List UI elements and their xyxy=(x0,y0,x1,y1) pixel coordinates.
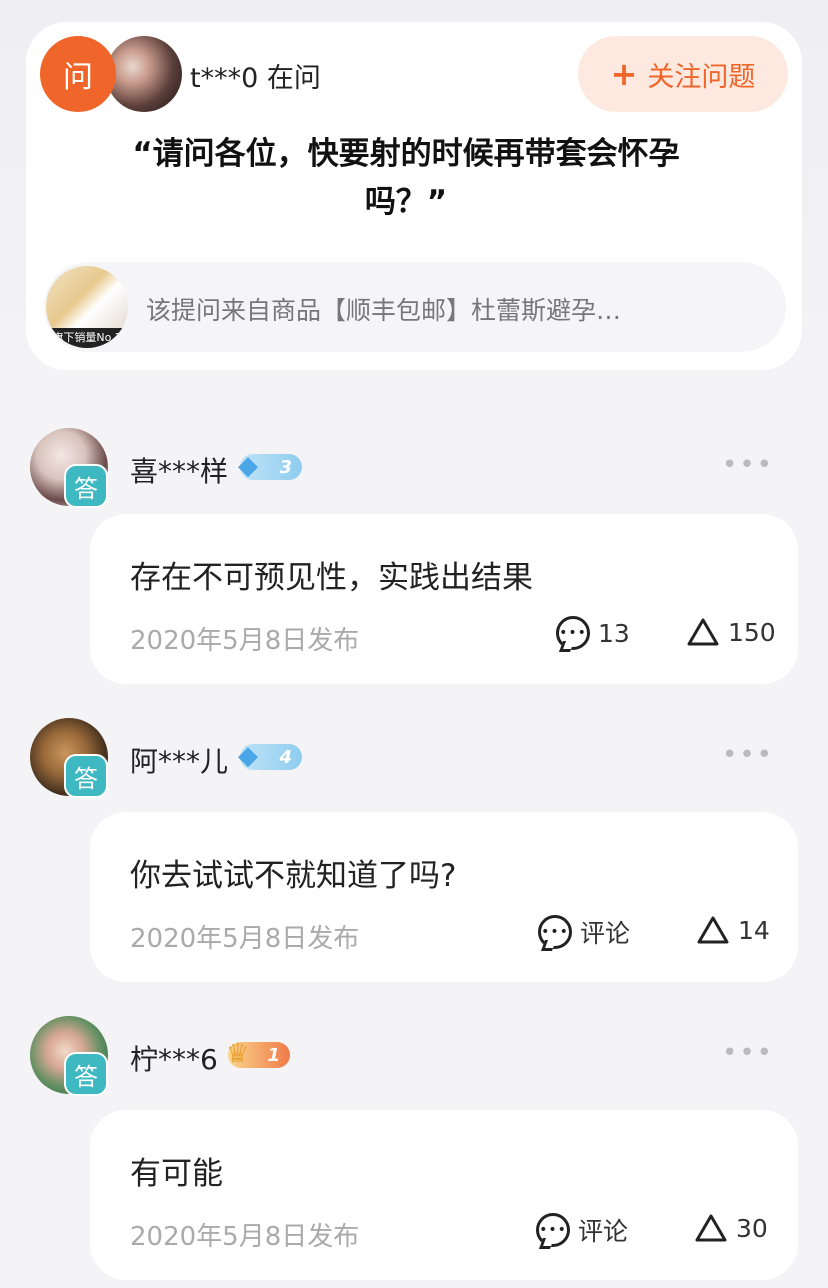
comment-button[interactable]: ••• 评论 xyxy=(536,1212,628,1248)
answerer-name[interactable]: 柠***6 xyxy=(130,1038,218,1078)
comment-button[interactable]: ••• 评论 xyxy=(538,914,630,950)
comment-count: 13 xyxy=(598,618,630,648)
answer-badge: 答 xyxy=(64,754,108,798)
comment-icon: ••• xyxy=(538,915,572,949)
like-button[interactable]: 30 xyxy=(694,1212,768,1244)
answerer-name[interactable]: 喜***样 xyxy=(130,450,228,490)
answer-badge: 答 xyxy=(64,1052,108,1096)
answer-card[interactable]: 存在不可预见性，实践出结果 2020年5月8日发布 ••• 13 150 xyxy=(90,514,798,684)
ask-badge: 问 xyxy=(40,36,116,112)
product-source-bar[interactable]: 旗下销量No.1 该提问来自商品【顺丰包邮】杜蕾斯避孕… xyxy=(44,262,786,352)
like-icon xyxy=(697,916,729,944)
like-button[interactable]: 14 xyxy=(696,914,770,946)
more-icon[interactable]: ••• xyxy=(722,1038,774,1068)
answer-card[interactable]: 你去试试不就知道了吗? 2020年5月8日发布 ••• 评论 14 xyxy=(90,812,798,982)
crown-icon: ♛ xyxy=(226,1039,250,1069)
level-badge: ♛ 1 xyxy=(226,1039,290,1069)
level-badge: ◆ 3 xyxy=(238,451,302,481)
like-button[interactable]: 150 xyxy=(686,616,776,648)
comment-icon: ••• xyxy=(556,616,590,650)
comment-button[interactable]: ••• 13 xyxy=(556,616,630,650)
like-count: 150 xyxy=(728,617,776,647)
level-number: 4 xyxy=(279,746,292,768)
like-count: 14 xyxy=(738,915,770,945)
comment-label: 评论 xyxy=(578,1217,629,1246)
question-card: 问 t***0 在问 + 关注问题 “请问各位，快要射的时候再带套会怀孕吗？” … xyxy=(26,22,802,370)
answerer-name[interactable]: 阿***儿 xyxy=(130,740,228,780)
more-icon[interactable]: ••• xyxy=(722,740,774,770)
answer-text: 你去试试不就知道了吗? xyxy=(130,858,457,894)
diamond-icon: ◆ xyxy=(238,451,258,481)
level-badge: ◆ 4 xyxy=(238,741,302,771)
product-source-text: 该提问来自商品【顺丰包邮】杜蕾斯避孕… xyxy=(146,296,622,325)
question-text: “请问各位，快要射的时候再带套会怀孕吗？” xyxy=(132,136,680,220)
like-icon xyxy=(695,1214,727,1242)
answer-text: 存在不可预见性，实践出结果 xyxy=(130,560,533,596)
level-number: 3 xyxy=(279,456,292,478)
diamond-icon: ◆ xyxy=(238,741,258,771)
answer-text: 有可能 xyxy=(130,1156,223,1192)
comment-label: 评论 xyxy=(580,919,631,948)
like-icon xyxy=(687,618,719,646)
answer-date: 2020年5月8日发布 xyxy=(130,924,360,954)
answer-card[interactable]: 有可能 2020年5月8日发布 ••• 评论 30 xyxy=(90,1110,798,1280)
answer-date: 2020年5月8日发布 xyxy=(130,1222,360,1252)
like-count: 30 xyxy=(736,1213,768,1243)
answer-badge: 答 xyxy=(64,464,108,508)
product-thumbnail-strip: 旗下销量No.1 xyxy=(46,328,128,348)
product-thumbnail: 旗下销量No.1 xyxy=(46,266,128,348)
asker-avatar[interactable] xyxy=(106,36,182,112)
asker-name[interactable]: t***0 在问 xyxy=(190,56,321,95)
comment-icon: ••• xyxy=(536,1213,570,1247)
level-number: 1 xyxy=(267,1044,280,1066)
follow-question-label: 关注问题 xyxy=(647,61,756,93)
more-icon[interactable]: ••• xyxy=(722,450,774,480)
answer-date: 2020年5月8日发布 xyxy=(130,626,360,656)
plus-icon: + xyxy=(610,55,638,93)
follow-question-button[interactable]: + 关注问题 xyxy=(578,36,788,112)
